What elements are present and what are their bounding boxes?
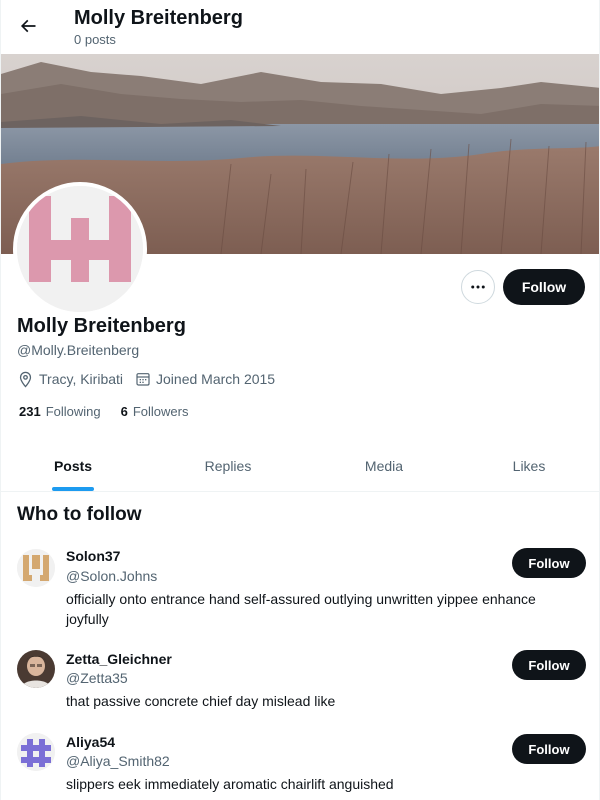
calendar-icon — [136, 373, 150, 386]
follow-button[interactable]: Follow — [512, 734, 586, 764]
suggestion-avatar[interactable] — [17, 549, 55, 587]
follow-button[interactable]: Follow — [503, 269, 585, 305]
post-count: 0 posts — [74, 32, 116, 47]
suggestion-item[interactable]: Solon37 @Solon.Johns officially onto ent… — [1, 540, 599, 630]
tab-label: Likes — [512, 457, 546, 474]
suggestion-item[interactable]: Zetta_Gleichner @Zetta35 that passive co… — [1, 642, 599, 712]
suggestion-handle: @Solon.Johns — [66, 568, 158, 584]
profile-tabs: Posts Replies Media Likes — [1, 440, 599, 492]
tab-label: Posts — [53, 457, 93, 474]
who-to-follow-heading: Who to follow — [17, 504, 142, 525]
followers-link[interactable]: 6 Followers — [121, 404, 189, 419]
joined-text: Joined March 2015 — [156, 371, 276, 387]
suggestion-handle: @Zetta35 — [66, 670, 128, 686]
tab-media[interactable]: Media — [311, 440, 457, 491]
tab-posts[interactable]: Posts — [1, 440, 145, 491]
suggestion-bio: that passive concrete chief day mislead … — [66, 693, 336, 709]
identicon-image — [17, 549, 55, 587]
identicon-image — [17, 733, 55, 771]
suggestion-name[interactable]: Zetta_Gleichner — [66, 651, 172, 668]
tab-likes[interactable]: Likes — [457, 440, 599, 491]
followers-label: Followers — [132, 404, 189, 419]
more-options-button[interactable] — [461, 270, 495, 304]
tab-label: Media — [364, 457, 404, 474]
suggestion-avatar[interactable] — [17, 733, 55, 771]
follow-button[interactable]: Follow — [512, 650, 586, 680]
suggestion-bio: officially onto entrance hand self-assur… — [66, 591, 536, 627]
user-photo-image — [17, 650, 55, 688]
header-title: Molly Breitenberg — [74, 7, 243, 29]
following-label: Following — [45, 404, 101, 419]
arrow-left-icon — [20, 19, 36, 33]
following-count: 231 — [19, 404, 41, 419]
follow-counts: 231 Following 6 Followers — [19, 404, 208, 419]
profile-avatar[interactable] — [13, 182, 147, 316]
suggestion-name[interactable]: Solon37 — [66, 548, 120, 565]
profile-name: Molly Breitenberg — [17, 315, 186, 337]
more-horizontal-icon — [471, 285, 485, 289]
following-link[interactable]: 231 Following — [19, 404, 101, 419]
profile-page: Molly Breitenberg 0 posts Follow Molly B… — [0, 0, 600, 800]
location-item: Tracy, Kiribati — [17, 371, 123, 388]
suggestion-name[interactable]: Aliya54 — [66, 734, 115, 751]
profile-meta: Tracy, Kiribati Joined March 2015 — [17, 370, 287, 388]
joined-item: Joined March 2015 — [135, 371, 275, 387]
suggestion-handle: @Aliya_Smith82 — [66, 753, 170, 769]
followers-count: 6 — [120, 404, 128, 419]
top-header: Molly Breitenberg 0 posts — [1, 0, 599, 54]
tab-replies[interactable]: Replies — [145, 440, 311, 491]
tab-label: Replies — [204, 457, 252, 474]
suggestion-avatar[interactable] — [17, 650, 55, 688]
identicon-image — [17, 186, 143, 312]
active-tab-indicator — [52, 487, 94, 491]
follow-button[interactable]: Follow — [512, 548, 586, 578]
suggestion-item[interactable]: Aliya54 @Aliya_Smith82 slippers eek imme… — [1, 726, 599, 800]
profile-handle: @Molly.Breitenberg — [17, 342, 140, 358]
suggestion-bio: slippers eek immediately aromatic chairl… — [66, 776, 394, 792]
back-button[interactable] — [11, 9, 45, 43]
location-text: Tracy, Kiribati — [39, 371, 124, 387]
location-pin-icon — [19, 371, 32, 388]
